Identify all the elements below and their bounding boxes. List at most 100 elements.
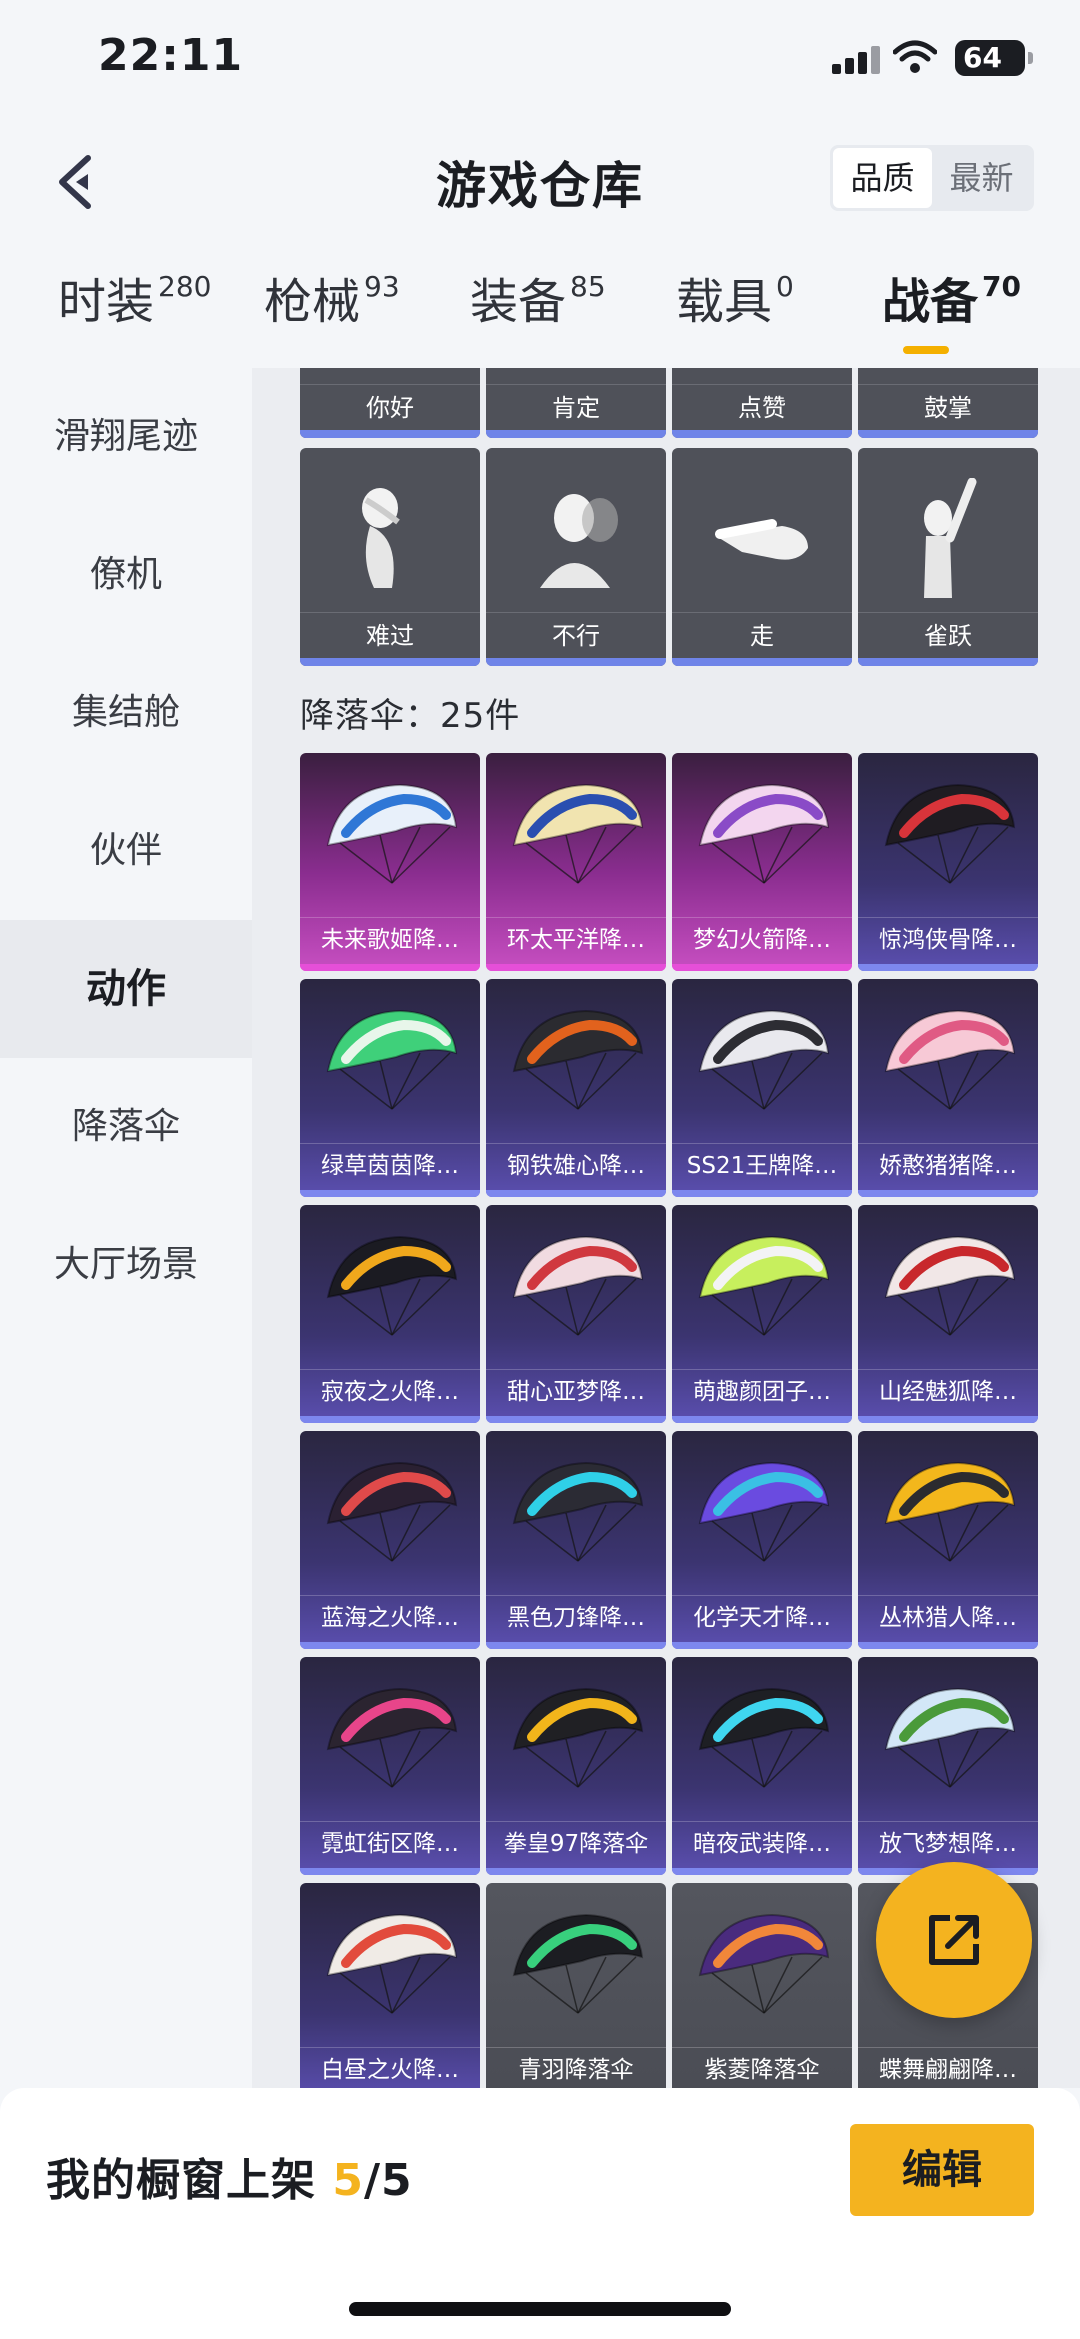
emote-card[interactable]: 点赞 [672, 368, 852, 438]
emote-card[interactable]: 走 [672, 448, 852, 666]
parachute-icon [512, 1913, 644, 2014]
parachute-icon [884, 1461, 1016, 1562]
parachute-card[interactable]: 黑色刀锋降… [486, 1431, 666, 1649]
rarity-bar [858, 1190, 1038, 1197]
emote-card[interactable]: 难过 [300, 448, 480, 666]
emote-sad-icon [362, 488, 400, 588]
parachute-icon [326, 1009, 458, 1110]
sidebar-item-wingman[interactable]: 僚机 [0, 506, 252, 644]
parachute-name: 甜心亚梦降… [486, 1369, 666, 1413]
parachute-card[interactable]: 化学天才降… [672, 1431, 852, 1649]
parachute-name: 拳皇97降落伞 [486, 1821, 666, 1865]
parachute-card[interactable]: SS21王牌降… [672, 979, 852, 1197]
tab-count: 280 [158, 270, 212, 303]
sort-newest-button[interactable]: 最新 [932, 148, 1031, 208]
parachute-card[interactable]: 娇憨猪猪降… [858, 979, 1038, 1197]
parachute-card[interactable]: 未来歌姬降… [300, 753, 480, 971]
parachute-card[interactable]: 丛林猎人降… [858, 1431, 1038, 1649]
emote-go-icon [715, 519, 808, 560]
rarity-bar [672, 964, 852, 971]
tab-guns[interactable]: 枪械 93 [264, 262, 400, 332]
rarity-bar [672, 1416, 852, 1423]
parachute-icon [512, 1461, 644, 1562]
parachute-card[interactable]: 紫菱降落伞 [672, 1883, 852, 2088]
tab-gear[interactable]: 战备 70 [882, 262, 1021, 332]
parachute-card[interactable]: 惊鸿侠骨降… [858, 753, 1038, 971]
parachute-icon [512, 1009, 644, 1110]
parachute-card[interactable]: 白昼之火降… [300, 1883, 480, 2088]
parachute-name: 放飞梦想降… [858, 1821, 1038, 1865]
emote-no-icon [540, 494, 618, 588]
parachute-name: 青羽降落伞 [486, 2047, 666, 2088]
rarity-bar [300, 1642, 480, 1649]
parachute-card[interactable]: 寂夜之火降… [300, 1205, 480, 1423]
sort-quality-button[interactable]: 品质 [833, 148, 932, 208]
emote-card[interactable]: 肯定 [486, 368, 666, 438]
parachute-card[interactable]: 拳皇97降落伞 [486, 1657, 666, 1875]
parachute-card[interactable]: 蓝海之火降… [300, 1431, 480, 1649]
rarity-bar [486, 1416, 666, 1423]
sort-toggle[interactable]: 品质 最新 [830, 145, 1034, 211]
rarity-bar [300, 1416, 480, 1423]
sidebar-item-lobby-scene[interactable]: 大厅场景 [0, 1196, 252, 1334]
parachute-card[interactable]: 梦幻火箭降… [672, 753, 852, 971]
rarity-bar [486, 1868, 666, 1875]
active-tab-underline [903, 346, 949, 354]
status-time: 22:11 [98, 30, 244, 81]
parachute-icon [698, 1913, 830, 2014]
tab-count: 0 [776, 270, 794, 303]
parachute-icon [326, 1461, 458, 1562]
tab-count: 70 [982, 270, 1021, 303]
parachute-card[interactable]: 钢铁雄心降… [486, 979, 666, 1197]
tab-equipment[interactable]: 装备 85 [470, 262, 606, 332]
emote-card[interactable]: 雀跃 [858, 448, 1038, 666]
parachute-card[interactable]: 甜心亚梦降… [486, 1205, 666, 1423]
sidebar-item-rally-pod[interactable]: 集结舱 [0, 644, 252, 782]
parachute-icon [884, 783, 1016, 884]
tab-vehicles[interactable]: 载具 0 [676, 262, 794, 332]
showcase-total: /5 [363, 2155, 413, 2206]
parachute-card[interactable]: 放飞梦想降… [858, 1657, 1038, 1875]
tab-outfits[interactable]: 时装 280 [58, 262, 211, 332]
showcase-current-count: 5 [332, 2155, 364, 2206]
tab-count: 93 [364, 270, 400, 303]
parachute-name: 化学天才降… [672, 1595, 852, 1639]
edit-button[interactable]: 编辑 [850, 2124, 1034, 2216]
parachute-icon [512, 1687, 644, 1788]
item-grid-panel: 你好 肯定 点赞 鼓掌 难过 不行 走 雀跃 降落伞：25件 未来歌姬降… 环太… [252, 368, 1080, 2088]
parachute-icon [698, 1461, 830, 1562]
emote-card[interactable]: 不行 [486, 448, 666, 666]
parachute-icon [326, 1235, 458, 1336]
parachute-icon [512, 1235, 644, 1336]
parachute-name: 萌趣颜团子… [672, 1369, 852, 1413]
parachute-card[interactable]: 山经魅狐降… [858, 1205, 1038, 1423]
parachute-card[interactable]: 环太平洋降… [486, 753, 666, 971]
parachute-icon [512, 783, 644, 884]
share-button[interactable] [876, 1862, 1032, 2018]
parachute-name: 绿草茵茵降… [300, 1143, 480, 1187]
home-indicator [349, 2302, 731, 2316]
parachute-icon [884, 1687, 1016, 1788]
battery-indicator: 64 [955, 40, 1033, 76]
parachute-card[interactable]: 暗夜武装降… [672, 1657, 852, 1875]
sidebar-item-parachute[interactable]: 降落伞 [0, 1058, 252, 1196]
parachute-name: 霓虹街区降… [300, 1821, 480, 1865]
sidebar-item-emotes[interactable]: 动作 [0, 920, 252, 1058]
sidebar-item-partner[interactable]: 伙伴 [0, 782, 252, 920]
parachute-icon [698, 1009, 830, 1110]
sidebar-item-glide-trail[interactable]: 滑翔尾迹 [0, 368, 252, 506]
parachute-card[interactable]: 萌趣颜团子… [672, 1205, 852, 1423]
parachute-name: 蝶舞翩翩降… [858, 2047, 1038, 2088]
rarity-bar [300, 964, 480, 971]
parachute-card[interactable]: 青羽降落伞 [486, 1883, 666, 2088]
parachute-card[interactable]: 霓虹街区降… [300, 1657, 480, 1875]
parachute-name: 惊鸿侠骨降… [858, 917, 1038, 961]
parachute-card[interactable]: 绿草茵茵降… [300, 979, 480, 1197]
emote-card[interactable]: 鼓掌 [858, 368, 1038, 438]
emote-card[interactable]: 你好 [300, 368, 480, 438]
parachute-name: 寂夜之火降… [300, 1369, 480, 1413]
rarity-bar [858, 1642, 1038, 1649]
rarity-bar [486, 1190, 666, 1197]
rarity-bar [672, 1642, 852, 1649]
rarity-bar [858, 964, 1038, 971]
